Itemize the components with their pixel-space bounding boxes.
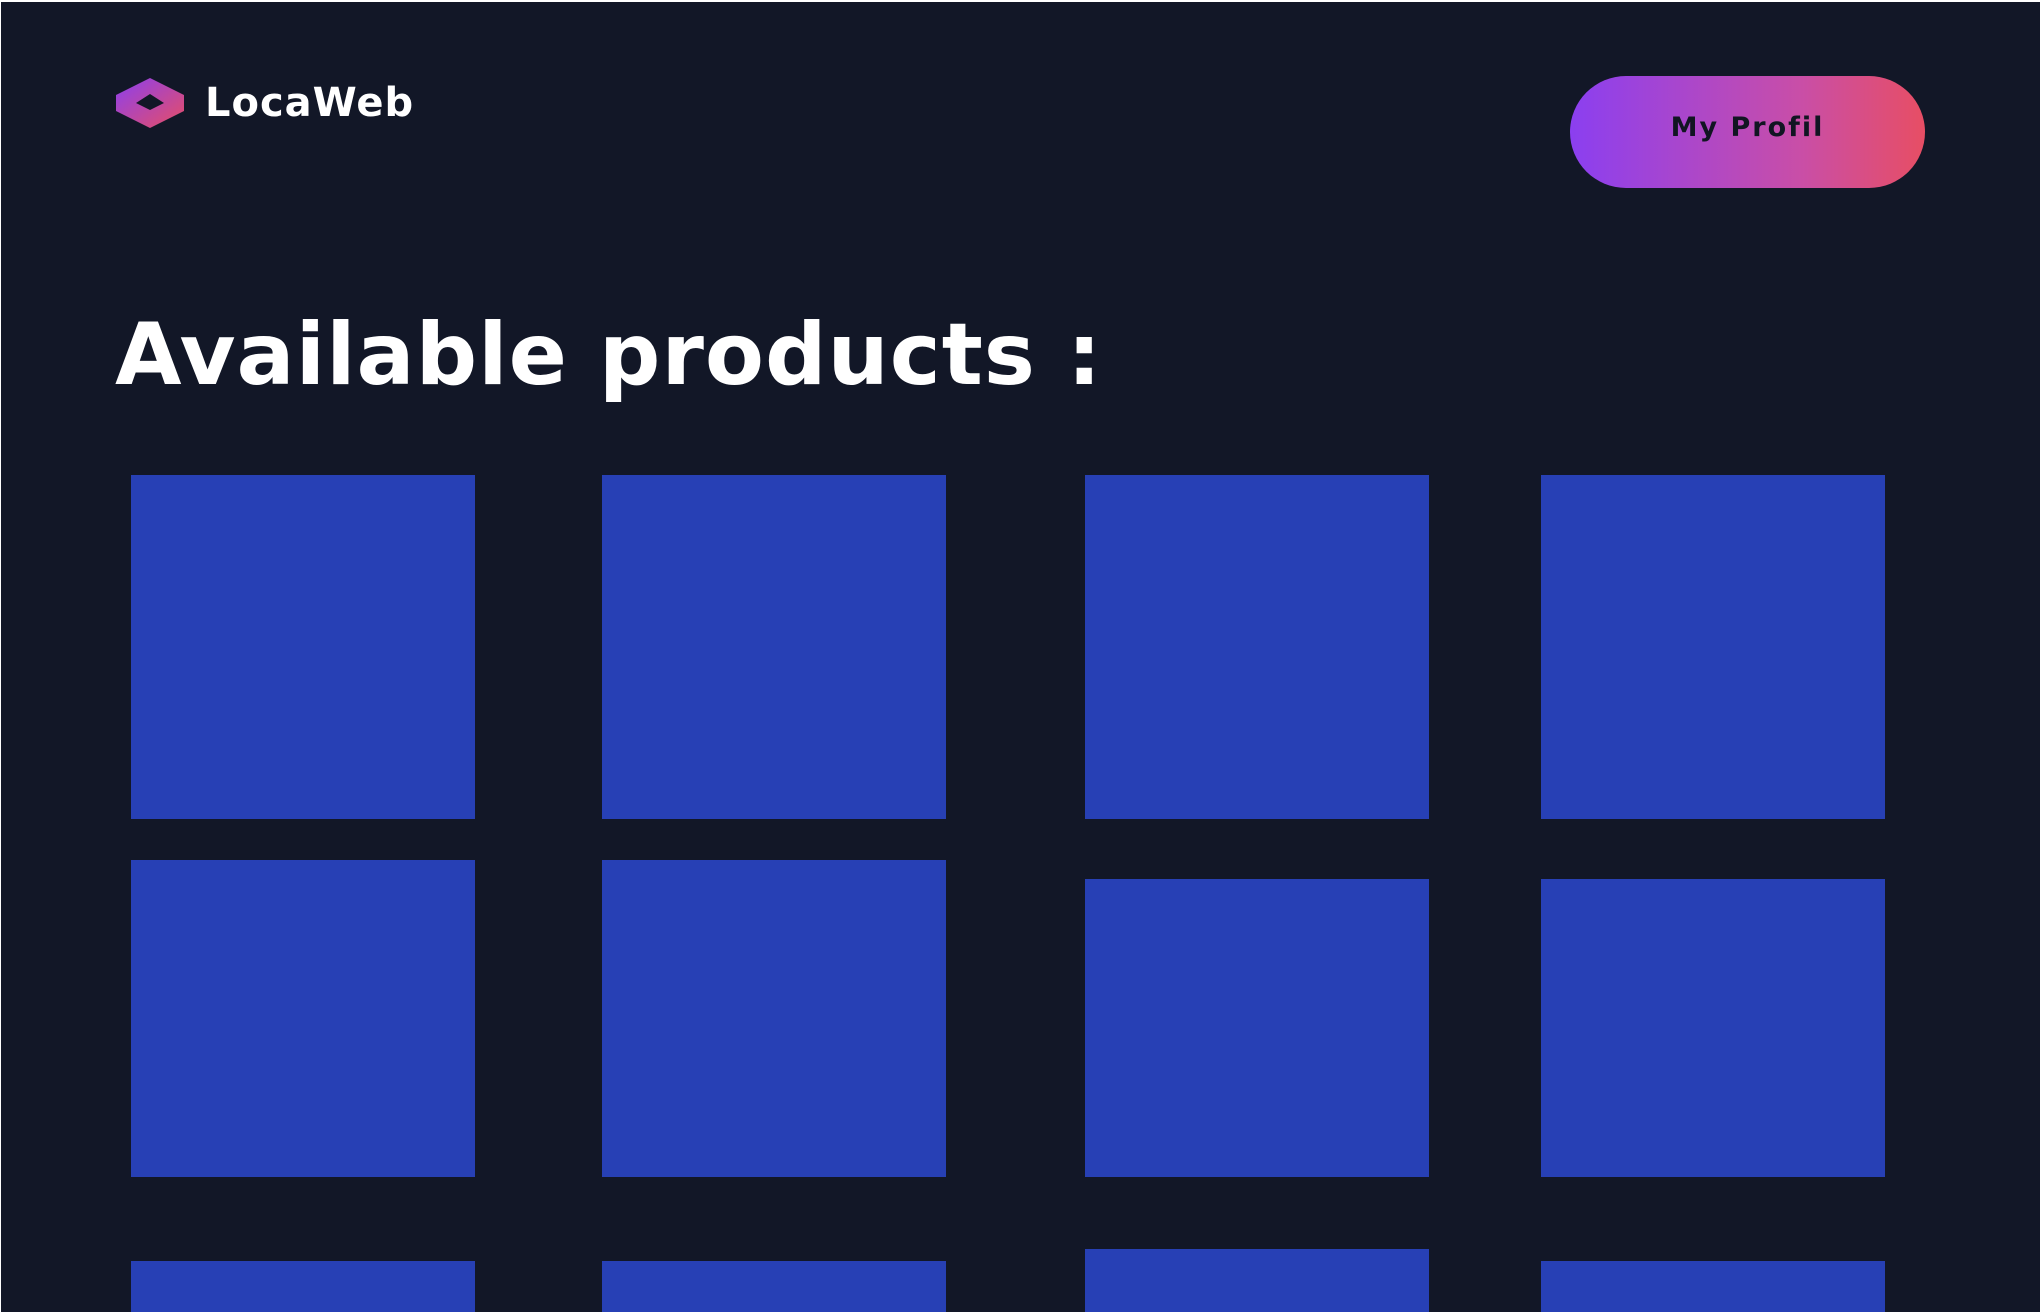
product-card[interactable] <box>1541 1261 1885 1312</box>
product-card[interactable] <box>131 860 475 1177</box>
product-card[interactable] <box>1085 1249 1429 1312</box>
page-title: Available products : <box>115 305 1103 405</box>
product-card[interactable] <box>131 1261 475 1312</box>
product-card[interactable] <box>131 475 475 819</box>
app-screen: LocaWeb My Profil Available products : <box>1 2 2040 1312</box>
brand-logo[interactable]: LocaWeb <box>115 77 414 129</box>
product-card[interactable] <box>1541 879 1885 1177</box>
product-card[interactable] <box>1541 475 1885 819</box>
hexagon-logo-icon <box>115 77 185 129</box>
product-card[interactable] <box>1085 879 1429 1177</box>
brand-name: LocaWeb <box>205 80 415 126</box>
my-profile-button[interactable]: My Profil <box>1570 76 1925 188</box>
product-card[interactable] <box>602 1261 946 1312</box>
product-card[interactable] <box>602 860 946 1177</box>
product-card[interactable] <box>602 475 946 819</box>
product-card[interactable] <box>1085 475 1429 819</box>
